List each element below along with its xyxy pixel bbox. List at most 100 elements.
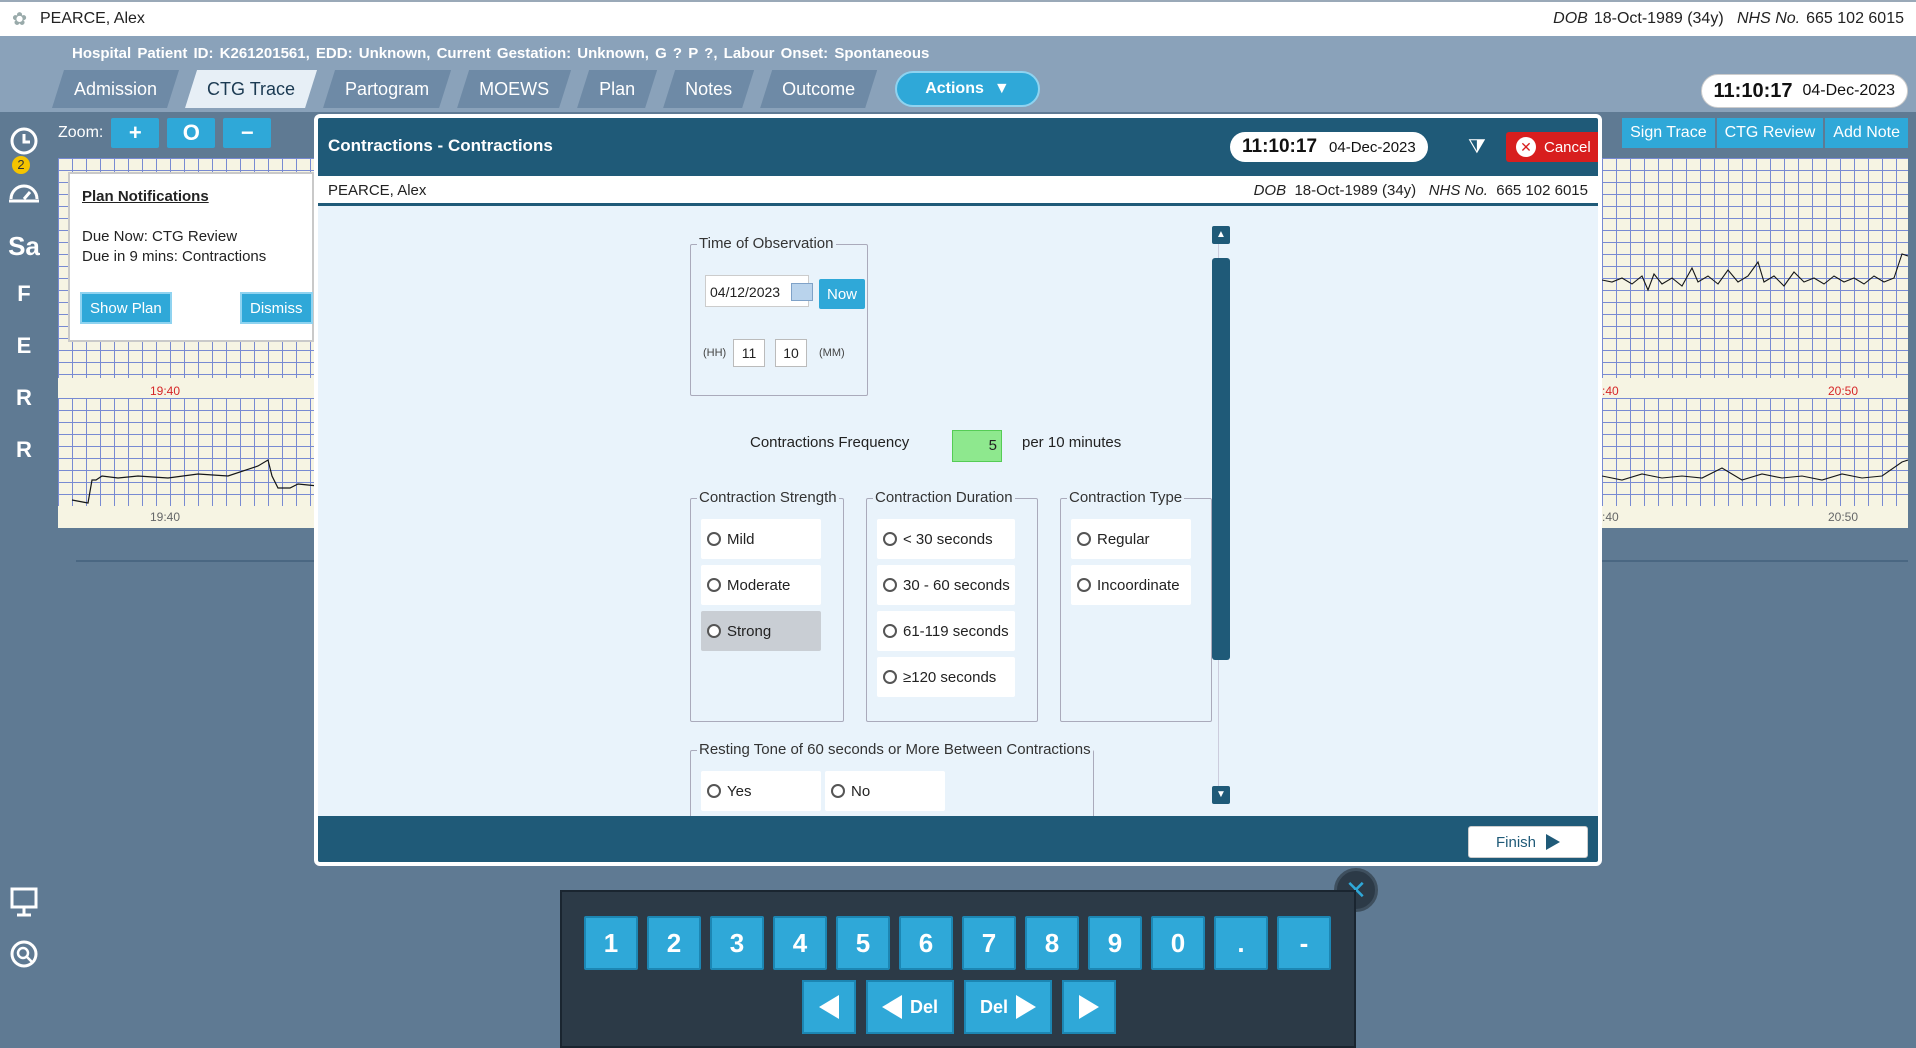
arrow-left-icon [819, 995, 839, 1019]
key-5[interactable]: 5 [836, 916, 890, 970]
key-4[interactable]: 4 [773, 916, 827, 970]
key-8[interactable]: 8 [1025, 916, 1079, 970]
strength-option-mild[interactable]: Mild [701, 519, 821, 559]
type-option-regular[interactable]: Regular [1071, 519, 1191, 559]
type-option-incoordinate[interactable]: Incoordinate [1071, 565, 1191, 605]
minute-input[interactable]: 10 [775, 339, 807, 367]
group-legend: Contraction Type [1067, 489, 1185, 506]
option-label: Moderate [727, 576, 791, 594]
frequency-label: Contractions Frequency [750, 434, 910, 451]
option-label: ≥120 seconds [903, 668, 997, 686]
arrow-left-icon [881, 995, 902, 1019]
duration-option-under-30[interactable]: < 30 seconds [877, 519, 1015, 559]
notification-line: Due Now: CTG Review [82, 228, 238, 245]
key-7[interactable]: 7 [962, 916, 1016, 970]
arrow-right-icon [1079, 995, 1099, 1019]
arrow-right-icon [1016, 995, 1036, 1019]
plan-notification: Plan Notifications Due Now: CTG Review D… [68, 172, 314, 342]
duration-option-120-plus[interactable]: ≥120 seconds [877, 657, 1015, 697]
rail-item-f[interactable]: F [0, 270, 48, 318]
duration-option-61-119[interactable]: 61-119 seconds [877, 611, 1015, 651]
tab-moews[interactable]: MOEWS [457, 70, 571, 108]
scroll-up-button[interactable]: ▲ [1212, 226, 1230, 244]
rail-item-sa[interactable]: Sa [0, 222, 48, 270]
frequency-unit: per 10 minutes [1022, 434, 1122, 451]
dialog-patient-identifiers: DOB 18-Oct-1989 (34y) NHS No. 665 102 60… [1254, 182, 1588, 199]
radio-icon [883, 624, 897, 638]
notification-line: Due in 9 mins: Contractions [82, 248, 267, 265]
rail-item-e[interactable]: E [0, 322, 48, 370]
zoom-out-button[interactable]: − [223, 118, 272, 148]
key-minus[interactable]: - [1277, 916, 1331, 970]
numeric-keypad: 1 2 3 4 5 6 7 8 9 0 . - Del Del [560, 890, 1356, 1048]
calendar-icon[interactable] [791, 283, 813, 301]
group-legend: Resting Tone of 60 seconds or More Betwe… [697, 741, 1093, 758]
tab-outcome[interactable]: Outcome [760, 70, 877, 108]
rail-item-r-1[interactable]: R [0, 374, 48, 422]
search-icon[interactable] [0, 930, 48, 978]
tab-ctg-trace[interactable]: CTG Trace [185, 70, 317, 108]
radio-icon [883, 670, 897, 684]
zoom-reset-button[interactable]: O [167, 118, 216, 148]
cursor-left-button[interactable] [802, 980, 856, 1034]
ctg-review-button[interactable]: CTG Review [1716, 118, 1824, 148]
presentation-icon[interactable] [0, 878, 48, 926]
strength-option-moderate[interactable]: Moderate [701, 565, 821, 605]
key-6[interactable]: 6 [899, 916, 953, 970]
resting-option-yes[interactable]: Yes [701, 771, 821, 811]
resting-option-no[interactable]: No [825, 771, 945, 811]
show-plan-button[interactable]: Show Plan [80, 292, 172, 324]
key-decimal[interactable]: . [1214, 916, 1268, 970]
cursor-right-button[interactable] [1062, 980, 1116, 1034]
strength-option-strong[interactable]: Strong [701, 611, 821, 651]
hh-label: (HH) [703, 347, 727, 359]
hour-input[interactable]: 11 [733, 339, 765, 367]
delete-left-button[interactable]: Del [866, 980, 954, 1034]
left-rail: 2 Sa F E R R [0, 112, 48, 1048]
contractions-dialog: Contractions - Contractions 11:10:17 04-… [314, 114, 1602, 866]
sign-trace-button[interactable]: Sign Trace [1622, 118, 1715, 148]
play-arrow-icon [1546, 834, 1560, 850]
key-9[interactable]: 9 [1088, 916, 1142, 970]
add-note-button[interactable]: Add Note [1825, 118, 1908, 148]
del-label: Del [979, 996, 1008, 1017]
timer-icon[interactable] [0, 168, 48, 216]
now-button[interactable]: Now [819, 279, 866, 309]
option-label: No [851, 782, 871, 800]
radio-icon [883, 532, 897, 546]
duration-option-30-60[interactable]: 30 - 60 seconds [877, 565, 1015, 605]
zoom-in-button[interactable]: + [111, 118, 160, 148]
dismiss-button[interactable]: Dismiss [240, 292, 313, 324]
dialog-patient-name: PEARCE, Alex [328, 182, 427, 199]
group-legend: Contraction Duration [873, 489, 1015, 506]
actions-button[interactable]: Actions ▼ [895, 71, 1040, 107]
scrollbar-thumb[interactable] [1212, 258, 1230, 660]
patient-name: PEARCE, Alex [40, 10, 145, 27]
dialog-clock[interactable]: 11:10:17 04-Dec-2023 [1230, 132, 1428, 162]
chevron-down-icon: ▼ [993, 80, 1010, 97]
cancel-button[interactable]: ✕ Cancel [1506, 132, 1598, 162]
header-time: 11:10:17 [1713, 79, 1793, 102]
key-1[interactable]: 1 [584, 916, 638, 970]
group-legend: Contraction Strength [697, 489, 839, 506]
tab-notes[interactable]: Notes [663, 70, 754, 108]
fhr-trace [1602, 253, 1908, 481]
dialog-time: 11:10:17 [1242, 136, 1318, 157]
finish-button[interactable]: Finish [1468, 826, 1588, 858]
rail-item-r-2[interactable]: R [0, 426, 48, 474]
key-2[interactable]: 2 [647, 916, 701, 970]
frequency-input[interactable]: 5 [952, 430, 1002, 462]
key-3[interactable]: 3 [710, 916, 764, 970]
delete-right-button[interactable]: Del [964, 980, 1052, 1034]
nhs-label: NHS No. [1737, 10, 1801, 27]
filter-icon[interactable]: ⧩ [1468, 136, 1486, 159]
finish-label: Finish [1495, 833, 1536, 851]
option-label: 30 - 60 seconds [903, 576, 1010, 594]
tab-admission[interactable]: Admission [52, 70, 179, 108]
scroll-down-button[interactable]: ▼ [1212, 786, 1230, 804]
header-date: 04-Dec-2023 [1802, 82, 1896, 99]
tab-partogram[interactable]: Partogram [323, 70, 451, 108]
notification-title: Plan Notifications [82, 188, 209, 205]
tab-plan[interactable]: Plan [577, 70, 657, 108]
key-0[interactable]: 0 [1151, 916, 1205, 970]
